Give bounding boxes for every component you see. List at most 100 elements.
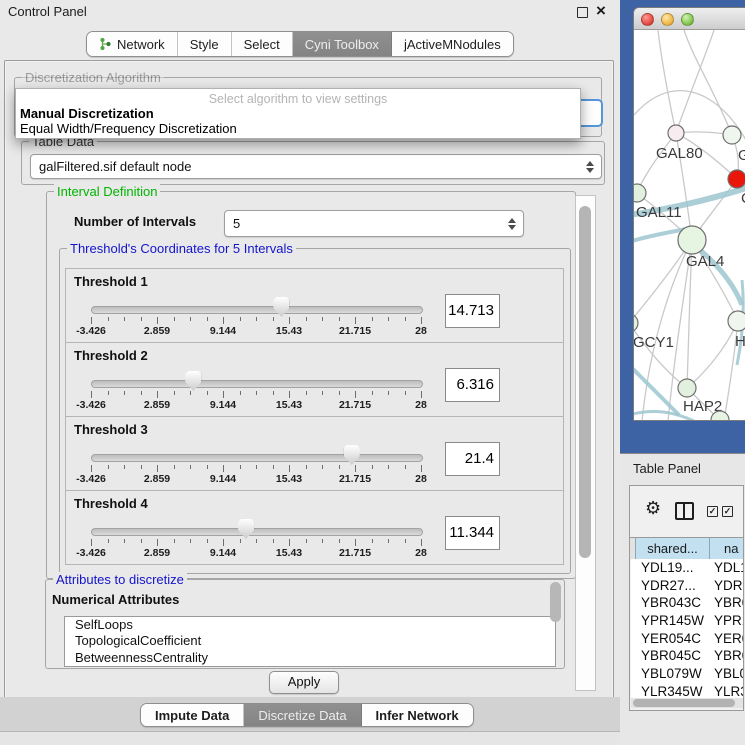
popup-option-equal-width-frequency[interactable]: Equal Width/Frequency Discretization: [20, 121, 237, 136]
table-row[interactable]: YDL19...YDL19: [631, 559, 744, 577]
threshold-value-field[interactable]: 21.4: [445, 442, 500, 476]
network-canvas[interactable]: GAL80GACGAL11GAL4GCY1HHAP2: [634, 30, 745, 420]
tab-style[interactable]: Style: [178, 32, 232, 56]
threshold-value-field[interactable]: 6.316: [445, 368, 500, 402]
tick-label: 9.144: [210, 399, 236, 411]
table-horizontal-scrollbar[interactable]: [631, 698, 744, 708]
tick-mark: [256, 465, 257, 469]
checkbox-icon-1[interactable]: ✓: [707, 506, 718, 517]
bottom-strip-lower: [0, 731, 620, 745]
tick-mark: [108, 317, 109, 321]
tab-impute-data[interactable]: Impute Data: [141, 704, 244, 726]
settings-scrollbar-thumb[interactable]: [579, 206, 591, 558]
tick-mark: [124, 317, 125, 321]
threshold-label: Threshold 4: [74, 496, 148, 511]
settings-scrollbar[interactable]: [575, 195, 596, 691]
tick-mark: [388, 391, 389, 395]
tick-mark: [141, 391, 142, 395]
slider-track[interactable]: [91, 306, 423, 314]
tick-mark: [141, 539, 142, 543]
cell-name: YBR04: [714, 648, 744, 663]
threshold-value-field[interactable]: 11.344: [445, 516, 500, 550]
gear-icon[interactable]: ⚙: [645, 498, 661, 519]
tick-mark: [240, 317, 241, 321]
network-node-GCY1[interactable]: [634, 314, 638, 332]
table-row[interactable]: YBL079WYBL07: [631, 665, 744, 683]
slider-track[interactable]: [91, 528, 423, 536]
slider-track[interactable]: [91, 380, 423, 388]
tick-label: 15.43: [276, 547, 302, 559]
split-columns-icon[interactable]: [675, 502, 694, 520]
table-data-combobox[interactable]: galFiltered.sif default node: [30, 154, 602, 179]
network-desktop-area: GAL80GACGAL11GAL4GCY1HHAP2: [620, 0, 745, 453]
attributes-list-scrollbar-thumb[interactable]: [550, 582, 561, 622]
column-header-shared-name[interactable]: shared...: [635, 538, 710, 560]
window-close-traffic-light-icon[interactable]: [641, 13, 654, 26]
network-node-GAL4[interactable]: [678, 226, 706, 254]
threshold-panel: Threshold 2-3.4262.8599.14415.4321.71528…: [65, 342, 564, 417]
tab-infer-network-label: Infer Network: [376, 708, 459, 723]
slider-track[interactable]: [91, 454, 423, 462]
column-header-name[interactable]: na: [709, 538, 744, 560]
slider-thumb[interactable]: [185, 371, 201, 391]
numerical-attributes-list[interactable]: SelfLoopsTopologicalCoefficientBetweenne…: [64, 616, 556, 667]
tick-mark: [405, 317, 406, 321]
network-node-GA[interactable]: [723, 126, 741, 144]
cell-name: YDR27: [714, 578, 744, 593]
tick-mark: [124, 465, 125, 469]
tick-label: 21.715: [339, 547, 371, 559]
window-minimize-traffic-light-icon[interactable]: [661, 13, 674, 26]
table-row[interactable]: YDR27...YDR27: [631, 577, 744, 595]
table-row[interactable]: YBR043CYBR04: [631, 594, 744, 612]
network-node-GAL11[interactable]: [634, 184, 646, 202]
attributes-group-title: Attributes to discretize: [53, 572, 187, 587]
attribute-list-item[interactable]: BetweennessCentrality: [65, 650, 555, 666]
table-row[interactable]: YLR345WYLR34: [631, 683, 744, 698]
slider-thumb[interactable]: [273, 297, 289, 317]
network-node-GAL80[interactable]: [668, 125, 684, 141]
network-node-HAP2[interactable]: [678, 379, 696, 397]
threshold-value-field[interactable]: 14.713: [445, 294, 500, 328]
tab-infer-network[interactable]: Infer Network: [362, 704, 473, 726]
tab-network[interactable]: Network: [87, 32, 178, 56]
window-zoom-traffic-light-icon[interactable]: [681, 13, 694, 26]
tick-mark: [388, 317, 389, 321]
table-row[interactable]: YBR045CYBR04: [631, 647, 744, 665]
tab-select[interactable]: Select: [232, 32, 293, 56]
tick-mark: [223, 317, 224, 324]
tab-cyni-toolbox[interactable]: Cyni Toolbox: [293, 32, 392, 56]
slider-ticks: [91, 391, 422, 399]
checkbox-icon-2[interactable]: ✓: [722, 506, 733, 517]
table-row[interactable]: YER054CYER05: [631, 630, 744, 648]
tick-mark: [322, 391, 323, 395]
network-node-H[interactable]: [728, 311, 745, 331]
tick-mark: [405, 391, 406, 395]
tab-discretize-data[interactable]: Discretize Data: [244, 704, 361, 726]
attribute-list-item[interactable]: TopologicalCoefficient: [65, 633, 555, 649]
network-view-window[interactable]: GAL80GACGAL11GAL4GCY1HHAP2: [633, 7, 745, 421]
network-window-titlebar[interactable]: [634, 8, 745, 30]
tick-label: 2.859: [144, 547, 170, 559]
network-node-label: GAL80: [656, 145, 703, 162]
slider-thumb[interactable]: [238, 519, 254, 539]
network-node-C[interactable]: [728, 170, 745, 188]
threshold-panel: Threshold 4-3.4262.8599.14415.4321.71528…: [65, 490, 564, 565]
threshold-stack: Threshold 1-3.4262.8599.14415.4321.71528…: [65, 269, 564, 565]
tick-label: 28: [415, 325, 427, 337]
slider-thumb[interactable]: [344, 445, 360, 465]
cell-name: YER05: [714, 631, 744, 646]
table-row[interactable]: YPR145WYPR14: [631, 612, 744, 630]
tick-mark: [339, 465, 340, 469]
tab-jactivemnodules[interactable]: jActiveMNodules: [392, 32, 513, 56]
close-icon[interactable]: ×: [596, 0, 606, 22]
tick-label: -3.426: [76, 473, 106, 485]
float-window-icon[interactable]: [577, 7, 588, 18]
popup-option-manual-discretization[interactable]: Manual Discretization: [20, 106, 154, 121]
number-of-intervals-spinner[interactable]: 5: [224, 210, 524, 237]
numerical-attributes-label: Numerical Attributes: [52, 592, 179, 607]
apply-button[interactable]: Apply: [269, 671, 339, 694]
tick-mark: [174, 317, 175, 321]
tick-mark: [157, 391, 158, 398]
table-horizontal-scrollbar-thumb[interactable]: [633, 699, 735, 707]
attribute-list-item[interactable]: SelfLoops: [65, 617, 555, 633]
